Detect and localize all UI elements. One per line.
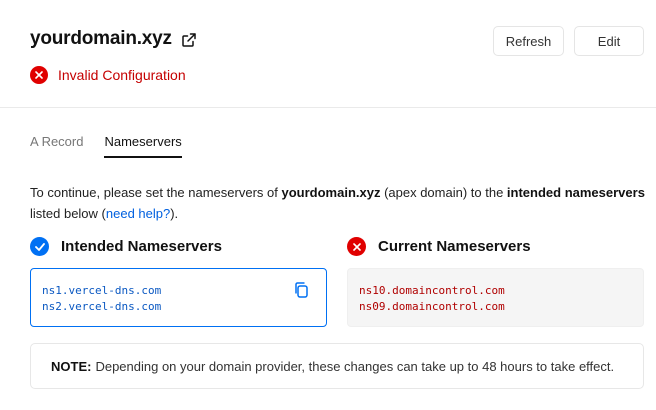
intended-title: Intended Nameservers xyxy=(61,238,222,255)
tab-nameservers[interactable]: Nameservers xyxy=(104,134,182,158)
status-text: Invalid Configuration xyxy=(58,67,186,83)
propagation-note: NOTE: Depending on your domain provider,… xyxy=(30,343,644,389)
instructions-domain: yourdomain.xyz xyxy=(281,185,381,200)
domain-card: yourdomain.xyz Invalid Configuration Ref… xyxy=(0,0,656,410)
check-icon xyxy=(30,237,49,256)
nameserver-value[interactable]: ns10.domaincontrol.com xyxy=(359,283,632,299)
external-link-icon[interactable] xyxy=(181,32,197,48)
error-x-icon xyxy=(347,237,366,256)
domain-name[interactable]: yourdomain.xyz xyxy=(30,28,172,50)
instructions-part3: listed below ( xyxy=(30,206,106,221)
instructions-part4: ). xyxy=(170,206,179,221)
nameserver-value[interactable]: ns09.domaincontrol.com xyxy=(359,299,632,315)
tab-a-record[interactable]: A Record xyxy=(30,134,83,158)
current-nameservers-box: ns10.domaincontrol.com ns09.domaincontro… xyxy=(347,268,644,327)
domain-header: yourdomain.xyz Invalid Configuration Ref… xyxy=(0,0,656,108)
current-title: Current Nameservers xyxy=(378,238,531,255)
intended-nameservers-box: ns1.vercel-dns.com ns2.vercel-dns.com xyxy=(30,268,327,327)
edit-button[interactable]: Edit xyxy=(574,26,644,56)
record-tabs: A Record Nameservers xyxy=(30,134,182,158)
need-help-link[interactable]: need help? xyxy=(106,206,170,221)
nameserver-value[interactable]: ns2.vercel-dns.com xyxy=(42,299,315,315)
refresh-button[interactable]: Refresh xyxy=(493,26,564,56)
instructions-part1: To continue, please set the nameservers … xyxy=(30,185,282,200)
nameserver-value[interactable]: ns1.vercel-dns.com xyxy=(42,283,315,299)
instructions-text: To continue, please set the nameservers … xyxy=(30,182,646,224)
note-text: Depending on your domain provider, these… xyxy=(95,358,615,374)
domain-title[interactable]: yourdomain.xyz xyxy=(30,28,197,50)
copy-icon[interactable] xyxy=(293,281,309,299)
instructions-part2: (apex domain) to the xyxy=(380,185,507,200)
current-nameservers-heading: Current Nameservers xyxy=(347,237,531,256)
status-indicator: Invalid Configuration xyxy=(30,66,186,84)
error-x-icon xyxy=(30,66,48,84)
instructions-emphasis: intended nameservers xyxy=(506,185,645,200)
intended-nameservers-heading: Intended Nameservers xyxy=(30,237,222,256)
note-label: NOTE: xyxy=(51,358,92,374)
